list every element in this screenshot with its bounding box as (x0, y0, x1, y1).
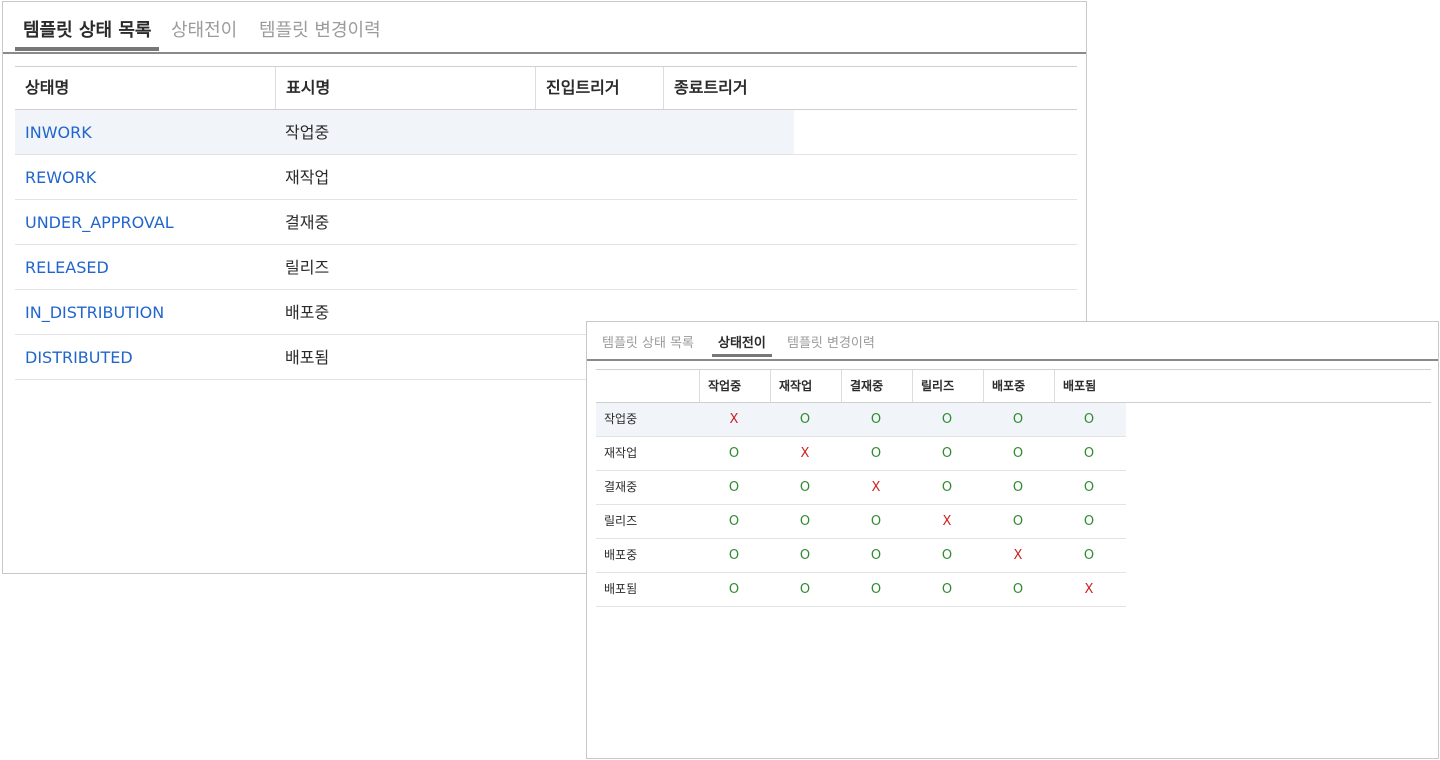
table-row[interactable]: REWORK 재작업 (15, 155, 1077, 200)
column-header-exit-trigger[interactable]: 종료트리거 (663, 67, 1077, 109)
table-row[interactable]: 배포중 O O O O X O (596, 539, 1126, 573)
state-transition-panel: 템플릿 상태 목록 상태전이 템플릿 변경이력 작업중 재작업 결재중 릴리즈 배포중 배… (586, 321, 1439, 759)
tab-state-list[interactable]: 템플릿 상태 목록 (14, 16, 160, 51)
transition-denied-mark[interactable]: X (699, 403, 769, 436)
transition-allowed-mark[interactable]: O (1054, 539, 1124, 572)
tab-state-list[interactable]: 템플릿 상태 목록 (602, 332, 694, 351)
transition-allowed-mark[interactable]: O (699, 539, 769, 572)
transition-allowed-mark[interactable]: O (983, 403, 1053, 436)
column-header-from-state (596, 370, 699, 402)
transition-allowed-mark[interactable]: O (912, 539, 982, 572)
transition-grid-header: 작업중 재작업 결재중 릴리즈 배포중 배포됨 (596, 369, 1431, 403)
transition-allowed-mark[interactable]: O (770, 573, 840, 606)
display-name-cell: 작업중 (285, 123, 330, 142)
state-name-link[interactable]: IN_DISTRIBUTION (15, 290, 164, 334)
transition-denied-mark[interactable]: X (1054, 573, 1124, 606)
transition-allowed-mark[interactable]: O (983, 471, 1053, 504)
from-state-label: 결재중 (604, 480, 638, 494)
column-header-to-state: 릴리즈 (912, 370, 983, 402)
column-header-entry-trigger[interactable]: 진입트리거 (535, 67, 663, 109)
transition-allowed-mark[interactable]: O (912, 573, 982, 606)
table-row[interactable]: 배포됨 O O O O O X (596, 573, 1126, 607)
transition-allowed-mark[interactable]: O (770, 403, 840, 436)
tab-state-transition[interactable]: 상태전이 (712, 332, 772, 357)
column-header-to-state: 결재중 (841, 370, 912, 402)
column-header-state-name[interactable]: 상태명 (15, 67, 275, 109)
display-name-cell: 배포됨 (285, 348, 330, 367)
transition-denied-mark[interactable]: X (983, 539, 1053, 572)
state-name-link[interactable]: REWORK (15, 155, 96, 199)
column-header-display-name[interactable]: 표시명 (275, 67, 535, 109)
tab-state-transition[interactable]: 상태전이 (171, 16, 237, 42)
transition-allowed-mark[interactable]: O (699, 471, 769, 504)
transition-denied-mark[interactable]: X (770, 437, 840, 470)
transition-allowed-mark[interactable]: O (841, 573, 911, 606)
transition-allowed-mark[interactable]: O (1054, 471, 1124, 504)
column-header-to-state: 배포중 (983, 370, 1054, 402)
transition-allowed-mark[interactable]: O (983, 573, 1053, 606)
state-name-link[interactable]: INWORK (15, 110, 92, 154)
transition-allowed-mark[interactable]: O (699, 573, 769, 606)
transition-allowed-mark[interactable]: O (983, 437, 1053, 470)
selected-row-highlight (15, 110, 794, 154)
transition-allowed-mark[interactable]: O (841, 505, 911, 538)
transition-allowed-mark[interactable]: O (841, 437, 911, 470)
table-row[interactable]: INWORK 작업중 (15, 110, 1077, 155)
transition-allowed-mark[interactable]: O (912, 471, 982, 504)
column-header-to-state: 배포됨 (1054, 370, 1125, 402)
transition-allowed-mark[interactable]: O (770, 471, 840, 504)
display-name-cell: 결재중 (285, 213, 330, 232)
from-state-label: 배포중 (604, 548, 638, 562)
transition-allowed-mark[interactable]: O (1054, 437, 1124, 470)
transition-allowed-mark[interactable]: O (1054, 505, 1124, 538)
transition-allowed-mark[interactable]: O (1054, 403, 1124, 436)
tab-change-history[interactable]: 템플릿 변경이력 (787, 332, 875, 351)
from-state-label: 재작업 (604, 446, 638, 460)
transition-allowed-mark[interactable]: O (699, 505, 769, 538)
transition-denied-mark[interactable]: X (912, 505, 982, 538)
from-state-label: 배포됨 (604, 582, 638, 596)
table-row[interactable]: 결재중 O O X O O O (596, 471, 1126, 505)
state-name-link[interactable]: RELEASED (15, 245, 109, 289)
transition-allowed-mark[interactable]: O (841, 539, 911, 572)
transition-allowed-mark[interactable]: O (912, 403, 982, 436)
table-row[interactable]: RELEASED 릴리즈 (15, 245, 1077, 290)
table-row[interactable]: UNDER_APPROVAL 결재중 (15, 200, 1077, 245)
display-name-cell: 배포중 (285, 303, 330, 322)
table-row[interactable]: 릴리즈 O O O X O O (596, 505, 1126, 539)
transition-allowed-mark[interactable]: O (841, 403, 911, 436)
table-row[interactable]: 작업중 X O O O O O (596, 403, 1126, 437)
display-name-cell: 릴리즈 (285, 258, 330, 277)
transition-denied-mark[interactable]: X (841, 471, 911, 504)
table-row[interactable]: 재작업 O X O O O O (596, 437, 1126, 471)
state-name-link[interactable]: DISTRIBUTED (15, 335, 133, 379)
column-header-to-state: 재작업 (770, 370, 841, 402)
tab-bar: 템플릿 상태 목록 상태전이 템플릿 변경이력 (587, 322, 1438, 361)
state-name-link[interactable]: UNDER_APPROVAL (15, 200, 174, 244)
transition-allowed-mark[interactable]: O (699, 437, 769, 470)
transition-rows: 작업중 X O O O O O 재작업 O X O O O O 결재중 O O X O O O 릴리즈 O O O X O O 배포중 O… (596, 403, 1126, 607)
transition-allowed-mark[interactable]: O (912, 437, 982, 470)
from-state-label: 작업중 (604, 412, 638, 426)
from-state-label: 릴리즈 (604, 514, 638, 528)
transition-allowed-mark[interactable]: O (770, 539, 840, 572)
column-header-to-state: 작업중 (699, 370, 770, 402)
grid-header: 상태명 표시명 진입트리거 종료트리거 (15, 66, 1077, 110)
transition-allowed-mark[interactable]: O (983, 505, 1053, 538)
transition-allowed-mark[interactable]: O (770, 505, 840, 538)
tab-change-history[interactable]: 템플릿 변경이력 (259, 16, 381, 42)
display-name-cell: 재작업 (285, 168, 330, 187)
tab-bar: 템플릿 상태 목록 상태전이 템플릿 변경이력 (3, 2, 1086, 54)
